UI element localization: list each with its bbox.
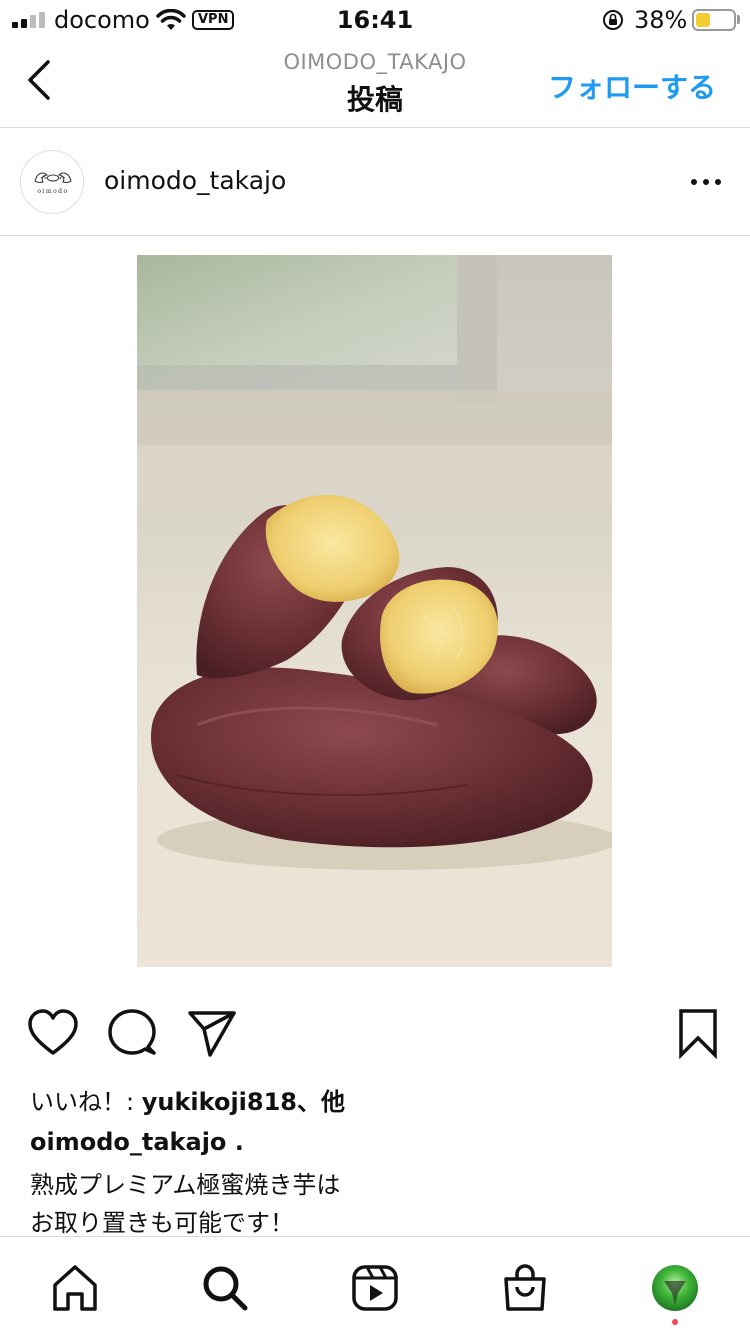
caption-user-line: oimodo_takajo . <box>30 1128 244 1156</box>
bookmark-icon[interactable] <box>670 1005 726 1063</box>
battery-cap <box>737 15 740 24</box>
post-username[interactable]: oimodo_takajo <box>104 166 286 195</box>
caption-trail: . <box>226 1128 244 1156</box>
caption-text-line-2: お取り置きも可能です！ <box>30 1209 294 1237</box>
bottom-tab-bar <box>0 1236 750 1334</box>
nav-bar: OIMODO_TAKAJO 投稿 フォローする <box>0 40 750 128</box>
more-options-icon[interactable] <box>684 164 728 200</box>
heart-icon[interactable] <box>25 1005 81 1063</box>
rotation-lock-icon <box>603 10 623 30</box>
reels-icon[interactable] <box>350 1263 400 1313</box>
avatar[interactable]: oimodo <box>20 150 84 214</box>
shop-icon[interactable] <box>500 1263 550 1313</box>
likes-suffix[interactable]: 、他 <box>297 1088 345 1116</box>
likes-prefix: いいね！: <box>30 1088 142 1116</box>
follow-button[interactable]: フォローする <box>548 66 716 106</box>
caption-text-line-1: 熟成プレミアム極蜜焼き芋は <box>30 1171 341 1199</box>
likes-user[interactable]: yukikoji818 <box>142 1088 297 1116</box>
search-icon[interactable] <box>200 1263 250 1313</box>
post-actions <box>0 1005 750 1065</box>
sweet-potato-image <box>137 255 612 967</box>
caption-username[interactable]: oimodo_takajo <box>30 1128 226 1156</box>
battery-icon <box>692 9 736 31</box>
likes-text[interactable]: いいね！: yukikoji818、他 <box>30 1082 345 1117</box>
status-bar: docomo VPN 16:41 38% <box>0 0 750 40</box>
profile-avatar[interactable] <box>650 1263 700 1313</box>
home-icon[interactable] <box>50 1263 100 1313</box>
share-icon[interactable] <box>184 1005 240 1063</box>
activity-dot <box>672 1319 678 1325</box>
battery-percent: 38% <box>634 6 688 34</box>
comment-icon[interactable] <box>104 1005 160 1063</box>
svg-text:oimodo: oimodo <box>37 188 68 195</box>
post-photo[interactable] <box>137 255 612 967</box>
battery-fill <box>696 13 710 27</box>
post-header: oimodo oimodo_takajo <box>0 128 750 236</box>
avatar-logo: oimodo <box>34 172 72 195</box>
